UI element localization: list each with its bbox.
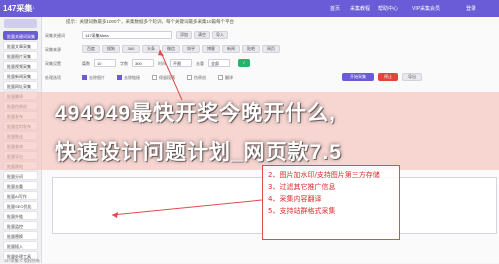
count-label: 篇数	[82, 61, 90, 66]
topnav-login[interactable]: 登录	[466, 5, 476, 12]
source-button[interactable]: 微信	[162, 45, 180, 53]
source-label: 采集来源	[45, 47, 61, 52]
sidebar-item[interactable]: 批量外链	[3, 211, 38, 220]
feature-item: 4、采集内容翻译	[268, 195, 322, 203]
overlay-headline-line1: 494949最快开奖今晚开什么,	[55, 102, 336, 125]
remove-images-label: 去除图片	[89, 75, 105, 80]
length-input[interactable]: 300	[132, 59, 154, 67]
sidebar-item[interactable]: 批量网址采集	[3, 81, 38, 90]
length-label: 字数	[120, 61, 128, 66]
source-button[interactable]: 360	[122, 45, 140, 53]
export-button[interactable]: 导出	[402, 73, 422, 81]
sidebar-item[interactable]: 批量插入	[3, 241, 38, 250]
remove-links-checkbox[interactable]	[117, 75, 122, 80]
rewrite-checkbox[interactable]	[187, 75, 192, 80]
keep-paragraph-checkbox[interactable]	[152, 75, 157, 80]
sidebar-item[interactable]: 批量去重	[3, 181, 38, 190]
stop-button[interactable]: 停止	[378, 73, 398, 81]
source-button[interactable]: 网页	[262, 45, 280, 53]
overlay-headline-line2: 快速设计问题计划_网页款7.5	[55, 141, 342, 164]
count-input[interactable]: 10	[94, 59, 116, 67]
topnav-home[interactable]: 首页	[330, 5, 340, 12]
rewrite-label: 伪原创	[194, 75, 206, 80]
title-bar: 147采集 v1.0.1 首页 采集教程 帮助中心 VIP采集会员 登录	[0, 0, 499, 17]
filter-label: 采集设置	[45, 61, 61, 66]
start-collect-button[interactable]: 开始采集	[342, 73, 374, 81]
sidebar-logo	[4, 19, 37, 28]
time-select[interactable]: 不限	[170, 59, 192, 67]
clear-keyword-button[interactable]: 清空	[194, 31, 210, 39]
translate-checkbox[interactable]	[218, 75, 223, 80]
keep-paragraph-label: 保留段落	[159, 75, 175, 80]
source-button[interactable]: 新闻	[222, 45, 240, 53]
time-label: 时间	[158, 61, 166, 66]
feature-item: 3、过滤其它推广信息	[268, 183, 336, 191]
import-keyword-button[interactable]: 导入	[212, 31, 228, 39]
sidebar-item[interactable]: 批量新闻采集	[3, 71, 38, 80]
sidebar-item[interactable]: 批量AI写作	[3, 191, 38, 200]
topnav-help[interactable]: 帮助中心	[378, 5, 398, 12]
sidebar-item[interactable]: 批量分词	[3, 171, 38, 180]
sidebar-item[interactable]: 批量SEO优化	[3, 201, 38, 210]
app-version: v1.0.1	[24, 5, 35, 10]
footer-text: 147采集 © 版权所有	[4, 258, 40, 263]
source-button[interactable]: 博客	[202, 45, 220, 53]
topnav-tutorial[interactable]: 采集教程	[350, 5, 370, 12]
dedupe-select[interactable]: 全部	[208, 59, 230, 67]
keyword-label: 采集关键词	[45, 33, 65, 38]
source-button[interactable]: 百度	[82, 45, 100, 53]
hint-text: 提示：关键词数最多1000个，采集数据多个轮训，每个关键词最多采集10篇每个平台	[66, 19, 235, 24]
remove-links-label: 去除链接	[124, 75, 140, 80]
feature-item: 5、支持站群格式采集	[268, 207, 336, 215]
topnav-vip[interactable]: VIP采集会员	[412, 5, 440, 12]
sidebar-item[interactable]: 批量关键词采集	[3, 31, 38, 40]
translate-label: 翻译	[225, 75, 233, 80]
check-icon: ✓	[242, 60, 246, 65]
source-button[interactable]: 贴吧	[242, 45, 260, 53]
dedupe-label: 去重	[196, 61, 204, 66]
source-button[interactable]: 头条	[142, 45, 160, 53]
source-button[interactable]: 搜狗	[102, 45, 120, 53]
sidebar-item[interactable]: 批量监控	[3, 221, 38, 230]
sidebar-item[interactable]: 批量图片采集	[3, 51, 38, 60]
sidebar-item[interactable]: 批量视频采集	[3, 61, 38, 70]
sidebar-item[interactable]: 批量替换	[3, 231, 38, 240]
add-keyword-button[interactable]: 添加	[176, 31, 192, 39]
sidebar-item[interactable]: 批量文章采集	[3, 41, 38, 50]
confirm-filter-button[interactable]: ✓	[238, 59, 250, 67]
feature-item: 2、图片加水印/支持图片第三方存储	[268, 171, 380, 179]
source-button[interactable]: 知乎	[182, 45, 200, 53]
remove-images-checkbox[interactable]	[82, 75, 87, 80]
process-label: 处理选项	[45, 75, 61, 80]
keyword-input[interactable]: 147采集Meta	[82, 31, 172, 39]
